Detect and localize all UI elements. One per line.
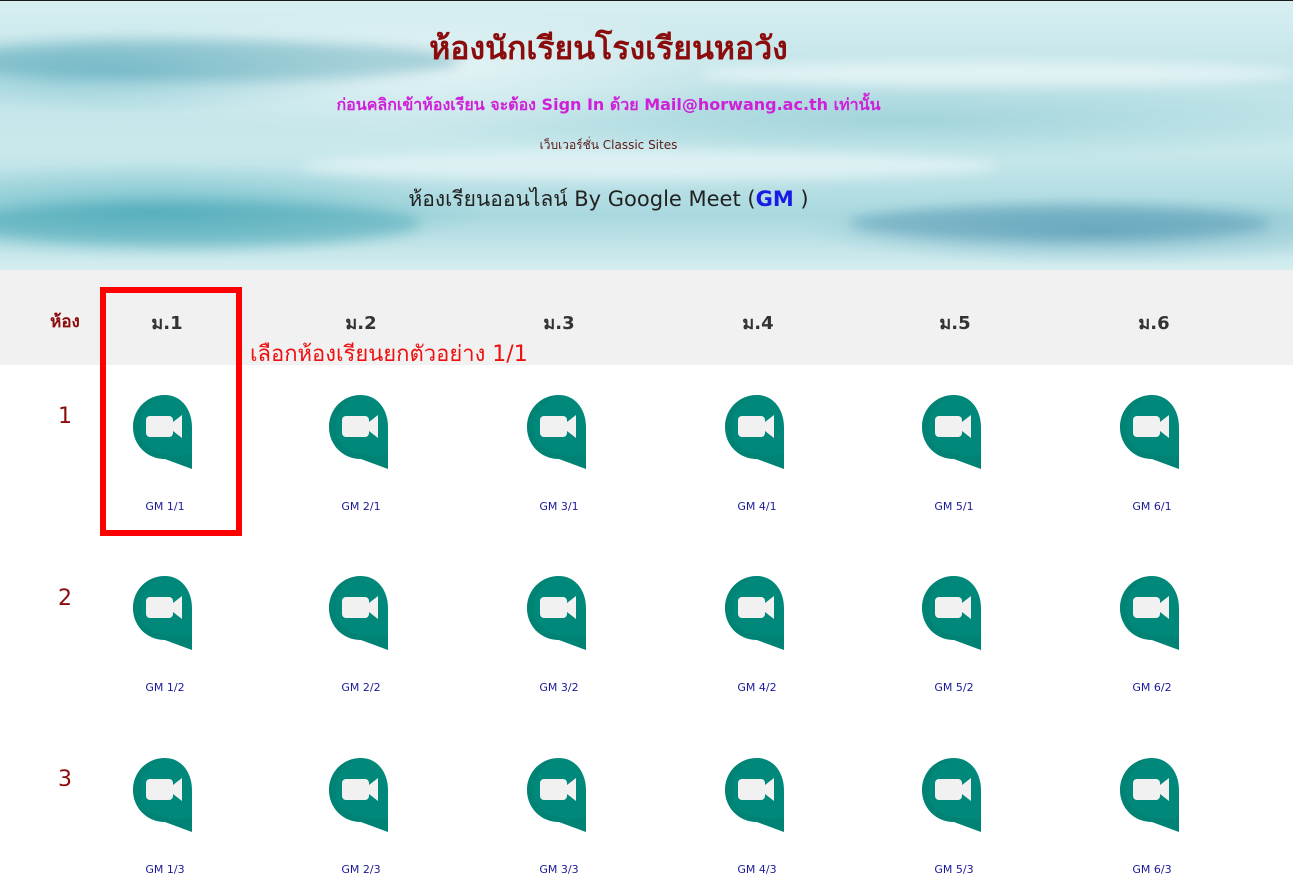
online-classroom-prefix: ห้องเรียนออนไลน์ By Google Meet ( [408, 187, 756, 211]
meet-link-cell[interactable]: GM 2/3 [291, 755, 431, 885]
google-meet-icon[interactable] [326, 755, 396, 835]
google-meet-icon[interactable] [919, 392, 989, 472]
server-version-note: เว็บเวอร์ชั่น Classic Sites [539, 138, 678, 152]
example-annotation: เลือกห้องเรียนยกตัวอย่าง 1/1 [250, 342, 528, 367]
meet-link-label[interactable]: GM 6/1 [1082, 500, 1222, 513]
google-meet-icon[interactable] [1117, 755, 1187, 835]
gm-link[interactable]: GM [756, 187, 794, 211]
grade-header-m2: ม.2 [345, 313, 377, 334]
meet-link-label[interactable]: GM 4/3 [687, 863, 827, 876]
grade-header-m6: ม.6 [1138, 313, 1170, 334]
meet-link-cell[interactable]: GM 4/1 [687, 392, 827, 522]
online-classroom-suffix: ) [793, 187, 809, 211]
grade-header-m4: ม.4 [742, 313, 774, 334]
google-meet-icon[interactable] [326, 573, 396, 653]
meet-link-label[interactable]: GM 2/2 [291, 681, 431, 694]
row-number-2: 2 [58, 586, 72, 611]
page-title: ห้องนักเรียนโรงเรียนหอวัง [429, 29, 788, 67]
meet-link-cell[interactable]: GM 4/3 [687, 755, 827, 885]
row-number-1: 1 [58, 404, 72, 429]
meet-link-cell[interactable]: GM 3/3 [489, 755, 629, 885]
meet-link-cell[interactable]: GM 6/1 [1082, 392, 1222, 522]
google-meet-icon[interactable] [919, 573, 989, 653]
meet-link-label[interactable]: GM 2/3 [291, 863, 431, 876]
grade-header-m1: ม.1 [151, 313, 183, 334]
google-meet-icon[interactable] [722, 755, 792, 835]
meet-link-label[interactable]: GM 2/1 [291, 500, 431, 513]
signin-notice: ก่อนคลิกเข้าห้องเรียน จะต้อง Sign In ด้ว… [336, 95, 881, 114]
meet-link-label[interactable]: GM 1/3 [95, 863, 235, 876]
meet-link-cell[interactable]: GM 6/3 [1082, 755, 1222, 885]
meet-link-cell[interactable]: GM 1/3 [95, 755, 235, 885]
meet-link-cell[interactable]: GM 1/2 [95, 573, 235, 703]
meet-link-cell[interactable]: GM 2/1 [291, 392, 431, 522]
google-meet-icon[interactable] [1117, 392, 1187, 472]
meet-link-label[interactable]: GM 6/3 [1082, 863, 1222, 876]
google-meet-icon[interactable] [722, 573, 792, 653]
grade-header-m3: ม.3 [543, 313, 575, 334]
meet-link-label[interactable]: GM 3/1 [489, 500, 629, 513]
meet-link-label[interactable]: GM 4/1 [687, 500, 827, 513]
meet-link-label[interactable]: GM 1/2 [95, 681, 235, 694]
google-meet-icon[interactable] [1117, 573, 1187, 653]
meet-link-cell[interactable]: GM 5/2 [884, 573, 1024, 703]
google-meet-icon[interactable] [130, 392, 200, 472]
google-meet-icon[interactable] [130, 573, 200, 653]
meet-link-label[interactable]: GM 1/1 [95, 500, 235, 513]
online-classroom-line: ห้องเรียนออนไลน์ By Google Meet (GM ) [0, 183, 1217, 216]
meet-link-label[interactable]: GM 5/1 [884, 500, 1024, 513]
google-meet-icon[interactable] [524, 392, 594, 472]
google-meet-icon[interactable] [524, 573, 594, 653]
google-meet-icon[interactable] [722, 392, 792, 472]
google-meet-icon[interactable] [130, 755, 200, 835]
room-column-header: ห้อง [50, 312, 80, 332]
banner-streak [300, 151, 1000, 181]
meet-link-cell[interactable]: GM 1/1 [95, 392, 235, 522]
meet-link-cell[interactable]: GM 5/1 [884, 392, 1024, 522]
meet-link-cell[interactable]: GM 5/3 [884, 755, 1024, 885]
meet-link-cell[interactable]: GM 3/1 [489, 392, 629, 522]
meet-link-cell[interactable]: GM 2/2 [291, 573, 431, 703]
meet-link-label[interactable]: GM 6/2 [1082, 681, 1222, 694]
grade-header-m5: ม.5 [939, 313, 971, 334]
google-meet-icon[interactable] [919, 755, 989, 835]
meet-link-cell[interactable]: GM 4/2 [687, 573, 827, 703]
meet-link-label[interactable]: GM 5/3 [884, 863, 1024, 876]
meet-link-label[interactable]: GM 4/2 [687, 681, 827, 694]
meet-link-label[interactable]: GM 5/2 [884, 681, 1024, 694]
meet-link-label[interactable]: GM 3/3 [489, 863, 629, 876]
row-number-3: 3 [58, 767, 72, 792]
meet-link-cell[interactable]: GM 3/2 [489, 573, 629, 703]
meet-link-label[interactable]: GM 3/2 [489, 681, 629, 694]
meet-link-cell[interactable]: GM 6/2 [1082, 573, 1222, 703]
google-meet-icon[interactable] [524, 755, 594, 835]
google-meet-icon[interactable] [326, 392, 396, 472]
header-banner: ห้องนักเรียนโรงเรียนหอวัง ก่อนคลิกเข้าห้… [0, 0, 1293, 270]
